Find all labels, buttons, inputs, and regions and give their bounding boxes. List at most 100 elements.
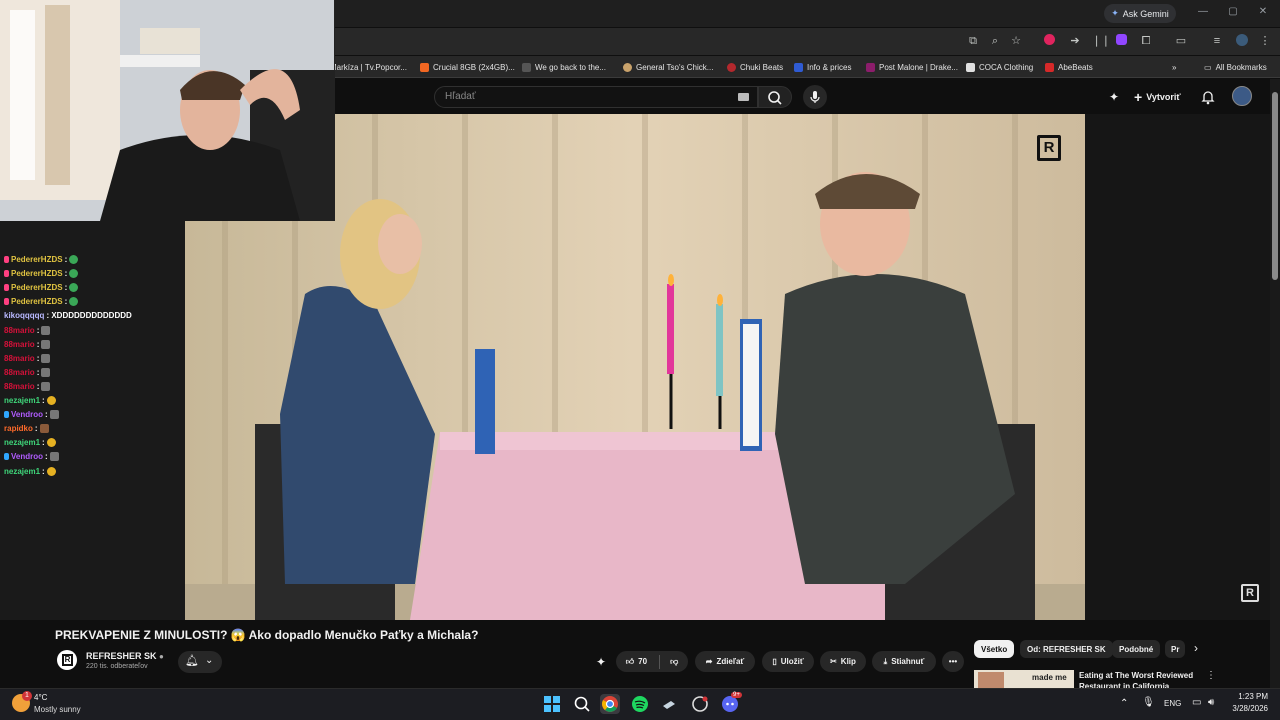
chat-message: nezajem1: xyxy=(4,396,56,405)
chat-message: 88mario: xyxy=(4,367,51,377)
chip-all[interactable]: Všetko xyxy=(974,640,1015,658)
microphone-icon xyxy=(810,91,820,103)
all-bookmarks-button[interactable]: ▭ All Bookmarks xyxy=(1204,59,1267,75)
channel-name[interactable]: REFRESHER SK ● xyxy=(86,651,164,661)
chat-message: nezajem1: xyxy=(4,438,56,448)
bookmarks-overflow-icon[interactable]: » xyxy=(1172,59,1176,75)
chat-emote-icon xyxy=(69,269,79,279)
chat-username[interactable]: PedererHZDS xyxy=(11,283,63,292)
chip-from-channel[interactable]: Od: REFRESHER SK xyxy=(1020,640,1113,658)
weather-temperature[interactable]: 4°C xyxy=(34,693,47,702)
extension-red-icon[interactable] xyxy=(1042,34,1056,48)
search-input[interactable]: Hľadať xyxy=(434,86,758,108)
chat-username[interactable]: 88mario xyxy=(4,382,35,391)
maximize-icon[interactable]: ▢ xyxy=(1226,5,1240,19)
chat-message: PedererHZDS: xyxy=(4,269,79,279)
search-taskbar-icon[interactable] xyxy=(572,694,592,714)
spotify-icon[interactable] xyxy=(630,694,650,714)
bookmark-item[interactable]: Chuki Beats xyxy=(727,59,783,75)
scrollbar-thumb[interactable] xyxy=(1272,92,1278,280)
bookmark-item[interactable]: Crucial 8GB (2x4GB)... xyxy=(420,59,515,75)
refresher-channel-icon: R xyxy=(62,654,73,666)
extension-purple-icon[interactable] xyxy=(1114,34,1128,48)
voice-search-button[interactable] xyxy=(803,85,827,109)
save-button[interactable]: ▯ Uložiť xyxy=(762,651,814,672)
chat-username[interactable]: 88mario xyxy=(4,340,35,349)
cast-icon[interactable]: ▭ xyxy=(1174,34,1188,48)
clock-date[interactable]: 3/28/2026 xyxy=(1226,704,1268,713)
bookmark-item[interactable]: COCA Clothing xyxy=(966,59,1033,75)
steam-icon[interactable] xyxy=(660,694,680,714)
close-icon[interactable]: ✕ xyxy=(1256,5,1270,19)
bookmark-item[interactable]: Post Malone | Drake... xyxy=(866,59,958,75)
chat-username[interactable]: 88mario xyxy=(4,326,35,335)
bookmark-item[interactable]: Markíza | Tv.Popcor... xyxy=(330,59,407,75)
chat-username[interactable]: Vendroo xyxy=(11,452,43,461)
chat-username[interactable]: 88mario xyxy=(4,354,35,363)
chrome-icon[interactable] xyxy=(600,694,620,714)
profile-avatar-icon[interactable] xyxy=(1235,34,1249,48)
chat-username[interactable]: rapidko xyxy=(4,424,33,433)
chat-username[interactable]: nezajem1 xyxy=(4,396,40,405)
bookmark-item[interactable]: Info & prices xyxy=(794,59,851,75)
browser-menu-icon[interactable]: ⋮ xyxy=(1258,34,1272,48)
extensions-puzzle-icon[interactable]: ⧠ xyxy=(1139,34,1153,48)
chat-username[interactable]: 88mario xyxy=(4,368,35,377)
subscription-bell-button[interactable]: 🔔︎ ⌄ xyxy=(178,651,222,673)
chip-related[interactable]: Podobné xyxy=(1112,640,1161,658)
keyboard-icon[interactable] xyxy=(738,93,749,101)
chat-emote-icon xyxy=(41,353,51,363)
clip-button[interactable]: ✂ Klip xyxy=(820,651,866,672)
chat-username[interactable]: Vendroo xyxy=(11,410,43,419)
extension-sparkle-icon[interactable]: ✦ xyxy=(596,655,610,669)
chat-username[interactable]: PedererHZDS xyxy=(11,269,63,278)
bookmark-item[interactable]: We go back to the... xyxy=(522,59,606,75)
chevron-right-icon[interactable]: › xyxy=(1194,641,1198,655)
bookmark-item[interactable]: AbeBeats xyxy=(1045,59,1093,75)
chat-message: PedererHZDS: xyxy=(4,297,79,307)
chat-username[interactable]: PedererHZDS xyxy=(11,297,63,306)
clock-time[interactable]: 1:23 PM xyxy=(1236,692,1268,701)
recommended-menu-icon[interactable]: ⋮ xyxy=(1206,670,1216,681)
channel-avatar[interactable]: R xyxy=(57,650,77,670)
reading-list-icon[interactable]: ≡ xyxy=(1210,34,1224,48)
chat-username[interactable]: PedererHZDS xyxy=(11,255,63,264)
bookmark-star-icon[interactable]: ☆ xyxy=(1009,34,1023,48)
recommended-video-title[interactable]: Eating at The Worst Reviewed Restaurant … xyxy=(1079,670,1199,688)
network-icon[interactable]: ▭ xyxy=(1192,697,1201,708)
minimize-icon[interactable]: — xyxy=(1196,5,1210,19)
ask-gemini-button[interactable]: ✦ Ask Gemini xyxy=(1104,4,1176,23)
create-button[interactable]: + Vytvoriť xyxy=(1134,88,1181,106)
ask-gemini-label: Ask Gemini xyxy=(1122,8,1169,19)
language-indicator[interactable]: ENG xyxy=(1164,699,1181,708)
thumbs-down-icon[interactable]: 👎︎ xyxy=(670,657,678,667)
chat-username[interactable]: nezajem1 xyxy=(4,467,40,476)
share-button[interactable]: ➦ Zdieľať xyxy=(695,651,755,672)
microphone-tray-icon[interactable]: 🎙︎ xyxy=(1142,697,1155,708)
bookmark-item[interactable]: General Tso's Chick... xyxy=(623,59,713,75)
subscriber-count: 220 tis. odberateľov xyxy=(86,663,148,670)
chat-message: PedererHZDS: xyxy=(4,255,79,264)
like-button[interactable]: 👍︎ 70 👎︎ xyxy=(616,651,688,672)
show-hidden-icons[interactable]: ⌃ xyxy=(1120,698,1128,709)
extension-arrow-icon[interactable]: ➔ xyxy=(1068,34,1082,48)
chip-overflow[interactable]: Pr xyxy=(1165,640,1185,658)
app-circle-icon[interactable] xyxy=(690,694,710,714)
account-avatar[interactable] xyxy=(1232,86,1252,106)
chat-message: rapidko: xyxy=(4,424,49,434)
zoom-icon[interactable]: ⌕ xyxy=(988,34,1002,48)
download-button[interactable]: ⤓ Stiahnuť xyxy=(872,651,936,672)
volume-icon[interactable]: 🔊︎ xyxy=(1208,697,1214,708)
search-button[interactable] xyxy=(758,86,792,108)
install-app-icon[interactable]: ⧉ xyxy=(966,34,980,48)
windows-start-icon[interactable] xyxy=(542,694,562,714)
more-actions-button[interactable]: ••• xyxy=(942,651,964,672)
notifications-bell-icon[interactable] xyxy=(1201,89,1215,105)
chat-username[interactable]: kikoqqqqq xyxy=(4,311,44,320)
bell-icon: 🔔︎ xyxy=(185,655,199,667)
chat-username[interactable]: nezajem1 xyxy=(4,438,40,447)
recommended-thumbnail[interactable]: made me xyxy=(974,670,1074,688)
extension-puzzle-icon[interactable]: ✦ xyxy=(1109,90,1123,104)
extension-blue-icon[interactable]: ❘❘ xyxy=(1092,34,1110,48)
weather-description[interactable]: Mostly sunny xyxy=(34,705,81,714)
